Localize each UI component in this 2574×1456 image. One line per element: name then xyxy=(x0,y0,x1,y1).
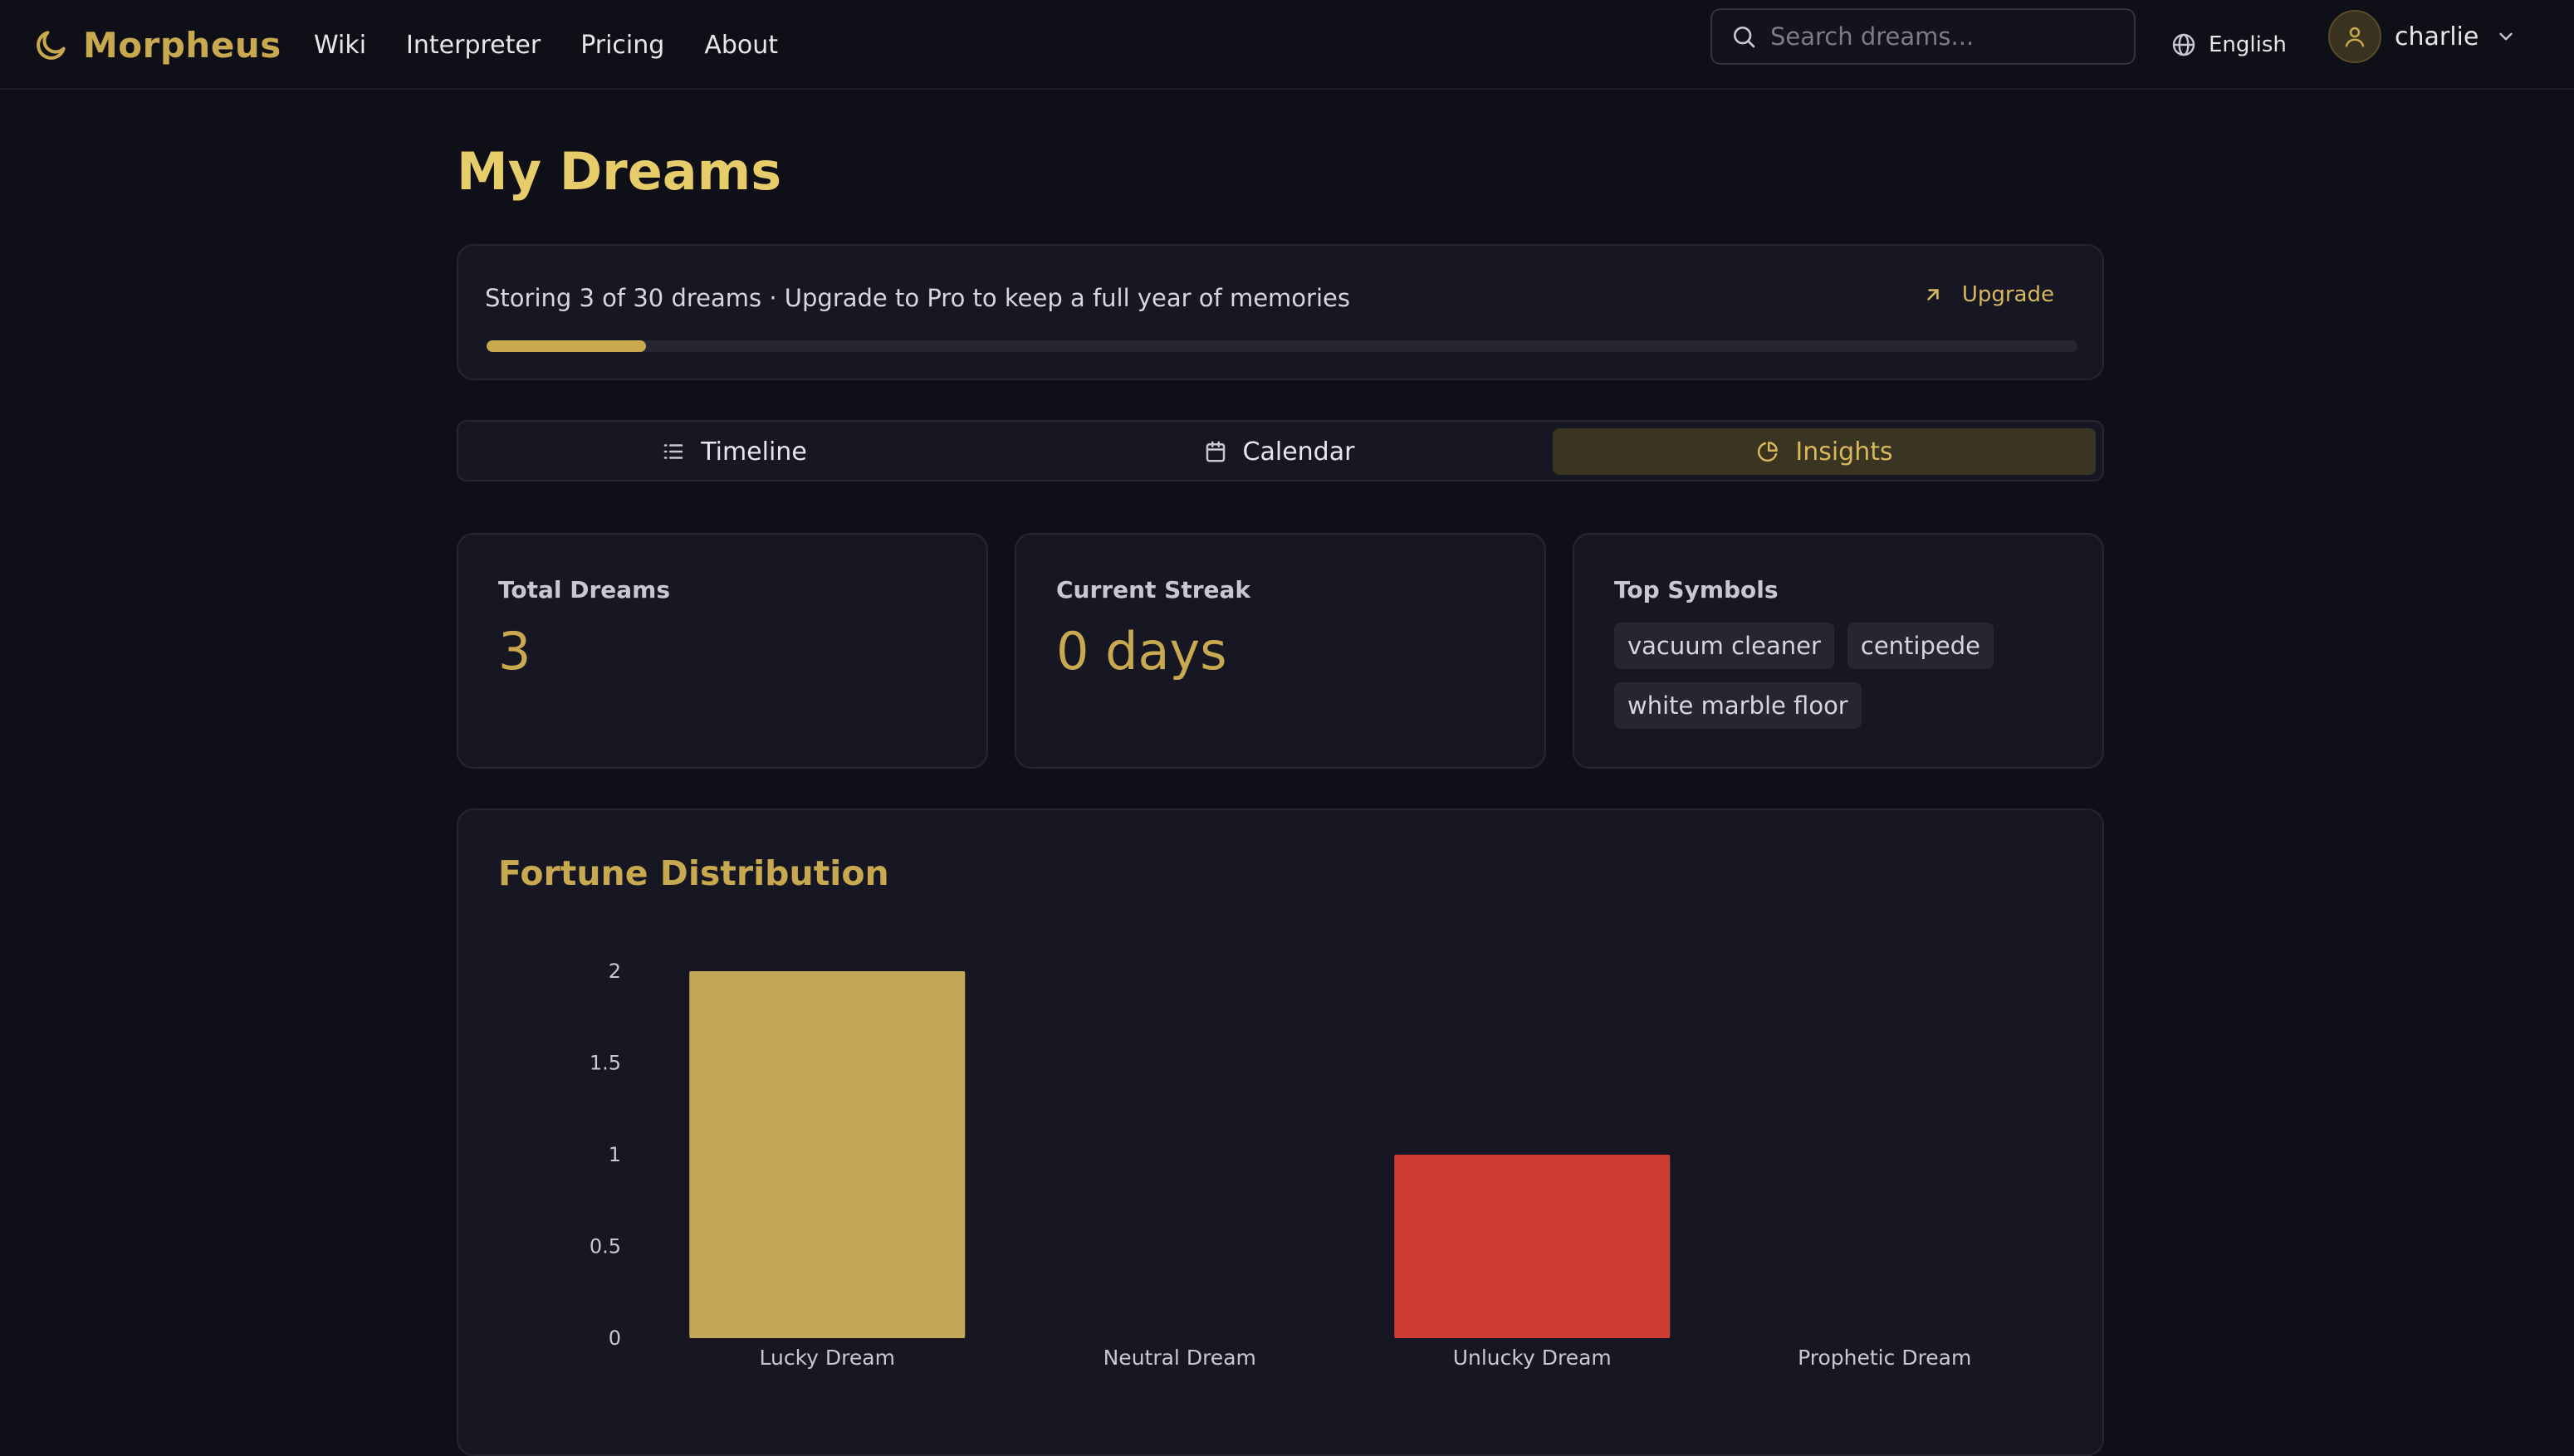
arrow-up-right-icon xyxy=(1927,289,1939,300)
avatar xyxy=(2328,10,2381,63)
total-dreams-card: Total Dreams 3 xyxy=(457,533,988,769)
x-tick-label: Lucky Dream xyxy=(760,1346,895,1370)
current-streak-label: Current Streak xyxy=(1056,576,1251,603)
fortune-distribution-card: Fortune Distribution 0 0.5 1 1.5 2 Lucky Drea… xyxy=(457,809,2104,1456)
storage-usage-text: Storing 3 of 30 dreams · Upgrade to Pro … xyxy=(485,284,1350,312)
total-dreams-label: Total Dreams xyxy=(498,576,671,603)
view-tabs: Timeline Calendar Insights xyxy=(457,420,2104,481)
chart-bar[interactable] xyxy=(1394,1155,1671,1338)
x-tick-label: Prophetic Dream xyxy=(1798,1346,1971,1370)
top-symbols-label: Top Symbols xyxy=(1614,576,1779,603)
tab-timeline-label: Timeline xyxy=(701,437,807,467)
symbol-chip[interactable]: vacuum cleaner xyxy=(1614,623,1834,669)
upgrade-button[interactable]: Upgrade xyxy=(1922,282,2054,307)
fortune-bar-chart: 0 0.5 1 1.5 2 Lucky Dream Neutral Dream Unlucky… xyxy=(590,960,1972,1370)
symbol-chip-list: vacuum cleaner centipede white marble fl… xyxy=(1614,623,2079,729)
current-streak-card: Current Streak 0 days xyxy=(1015,533,1546,769)
tab-insights-label: Insights xyxy=(1795,437,1893,467)
main-nav: Wiki Interpreter Pricing About xyxy=(314,17,778,73)
page-title: My Dreams xyxy=(457,141,782,202)
x-tick-label: Neutral Dream xyxy=(1103,1346,1256,1370)
language-selector[interactable]: English xyxy=(2170,17,2287,73)
nav-link-wiki[interactable]: Wiki xyxy=(314,31,366,60)
calendar-icon xyxy=(1206,441,1225,462)
tab-calendar[interactable]: Calendar xyxy=(1010,428,1548,475)
user-icon xyxy=(2345,27,2365,47)
storage-progress-fill xyxy=(487,340,646,352)
nav-link-interpreter[interactable]: Interpreter xyxy=(406,31,541,60)
globe-icon xyxy=(2172,33,2195,56)
app-logo[interactable]: Morpheus xyxy=(33,17,281,73)
tab-calendar-label: Calendar xyxy=(1242,437,1355,467)
x-tick-label: Unlucky Dream xyxy=(1453,1346,1612,1370)
y-tick-label: 0.5 xyxy=(590,1235,621,1258)
upgrade-label: Upgrade xyxy=(1961,282,2054,307)
tab-timeline[interactable]: Timeline xyxy=(465,428,1003,475)
y-tick-label: 1 xyxy=(609,1143,621,1166)
y-tick-label: 2 xyxy=(609,960,621,983)
user-menu[interactable]: charlie xyxy=(2328,8,2517,65)
list-icon xyxy=(663,444,683,459)
storage-banner: Storing 3 of 30 dreams · Upgrade to Pro … xyxy=(457,244,2104,380)
y-tick-label: 0 xyxy=(609,1327,621,1350)
top-navigation-bar: Morpheus Wiki Interpreter Pricing About … xyxy=(0,0,2574,90)
search-box[interactable] xyxy=(1710,8,2136,65)
storage-progress-bar xyxy=(487,340,2077,352)
y-tick-label: 1.5 xyxy=(590,1052,621,1075)
pie-chart-icon xyxy=(1758,442,1779,462)
search-icon xyxy=(1734,27,1755,48)
top-symbols-card: Top Symbols vacuum cleaner centipede whi… xyxy=(1573,533,2104,769)
symbol-chip[interactable]: white marble floor xyxy=(1614,682,1862,729)
language-label: English xyxy=(2209,32,2287,57)
app-name: Morpheus xyxy=(83,24,281,66)
total-dreams-value: 3 xyxy=(498,621,531,682)
moon-icon xyxy=(37,31,66,60)
tab-insights[interactable]: Insights xyxy=(1553,428,2096,475)
chevron-down-icon xyxy=(2499,32,2513,41)
user-name: charlie xyxy=(2395,22,2479,51)
search-input[interactable] xyxy=(1770,22,2119,51)
current-streak-value: 0 days xyxy=(1056,621,1227,682)
nav-link-pricing[interactable]: Pricing xyxy=(580,31,664,60)
chart-bar[interactable] xyxy=(689,971,966,1338)
symbol-chip[interactable]: centipede xyxy=(1847,623,1994,669)
nav-link-about[interactable]: About xyxy=(704,31,778,60)
